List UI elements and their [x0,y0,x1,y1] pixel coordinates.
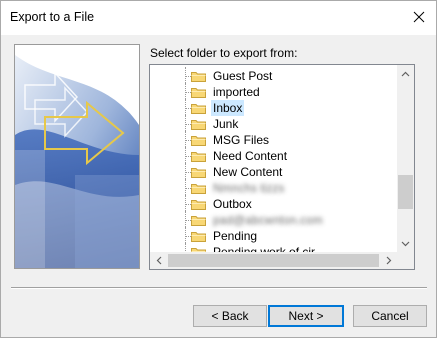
folder-icon [191,104,206,114]
folder-icon [191,152,206,162]
folder-item[interactable]: Pending [150,227,398,245]
chevron-down-icon [401,241,410,246]
folder-item[interactable]: pad@abcwnton.com [150,211,398,229]
folder-item[interactable]: imported [150,83,398,101]
scrollbar-corner [397,252,414,269]
folder-icon [191,216,206,226]
folder-icon [191,200,206,210]
horizontal-scrollbar[interactable] [150,252,397,269]
scroll-right-button[interactable] [380,252,397,269]
button-separator [11,287,427,289]
folder-item[interactable]: Outbox [150,195,398,213]
vertical-scroll-thumb[interactable] [398,175,413,209]
horizontal-scroll-thumb[interactable] [168,254,379,267]
folder-item[interactable]: Nmnchs tizzs [150,179,398,197]
folder-label: Pending [213,229,258,243]
scroll-down-button[interactable] [397,235,414,252]
cancel-button[interactable]: Cancel [353,305,427,327]
folder-icon [191,184,206,194]
close-button[interactable] [402,1,436,33]
folder-label: pad@abcwnton.com [213,213,323,227]
folder-item[interactable]: MSG Files [150,131,398,149]
folder-icon [191,232,206,242]
folder-item[interactable]: Guest Post [150,67,398,85]
folder-label: Need Content [213,149,288,163]
folder-item[interactable]: Inbox [150,99,398,117]
folder-label: Inbox [211,100,245,116]
folder-item[interactable]: Junk [150,115,398,133]
folder-icon [191,88,206,98]
scroll-left-button[interactable] [150,252,167,269]
back-button[interactable]: < Back [193,305,267,327]
folder-label: Junk [213,117,239,131]
title-bar: Export to a File [1,1,436,35]
window-title: Export to a File [10,10,95,24]
folder-label: Outbox [213,197,252,211]
scroll-up-button[interactable] [397,65,414,82]
chevron-right-icon [386,256,391,265]
next-button[interactable]: Next > [268,305,344,327]
folder-label: New Content [213,165,283,179]
folder-label: Guest Post [213,69,273,83]
export-dialog: Export to a File Select folder to export… [0,0,437,338]
folder-icon [191,168,206,178]
chevron-left-icon [156,256,161,265]
close-icon [413,11,425,23]
folder-tree[interactable]: Guest Post imported Inbox Junk MSG Files Need… [149,64,415,270]
folder-label: Nmnchs tizzs [213,181,285,195]
folder-item[interactable]: Need Content [150,147,398,165]
folder-icon [191,120,206,130]
folder-list: Guest Post imported Inbox Junk MSG Files Need… [150,67,398,261]
vertical-scrollbar[interactable] [397,65,414,252]
folder-icon [191,136,206,146]
chevron-up-icon [401,71,410,76]
folder-item[interactable]: New Content [150,163,398,181]
wizard-banner-image [14,44,140,269]
folder-label: MSG Files [213,133,270,147]
folder-icon [191,72,206,82]
select-folder-label: Select folder to export from: [150,46,298,60]
folder-label: imported [213,85,260,99]
